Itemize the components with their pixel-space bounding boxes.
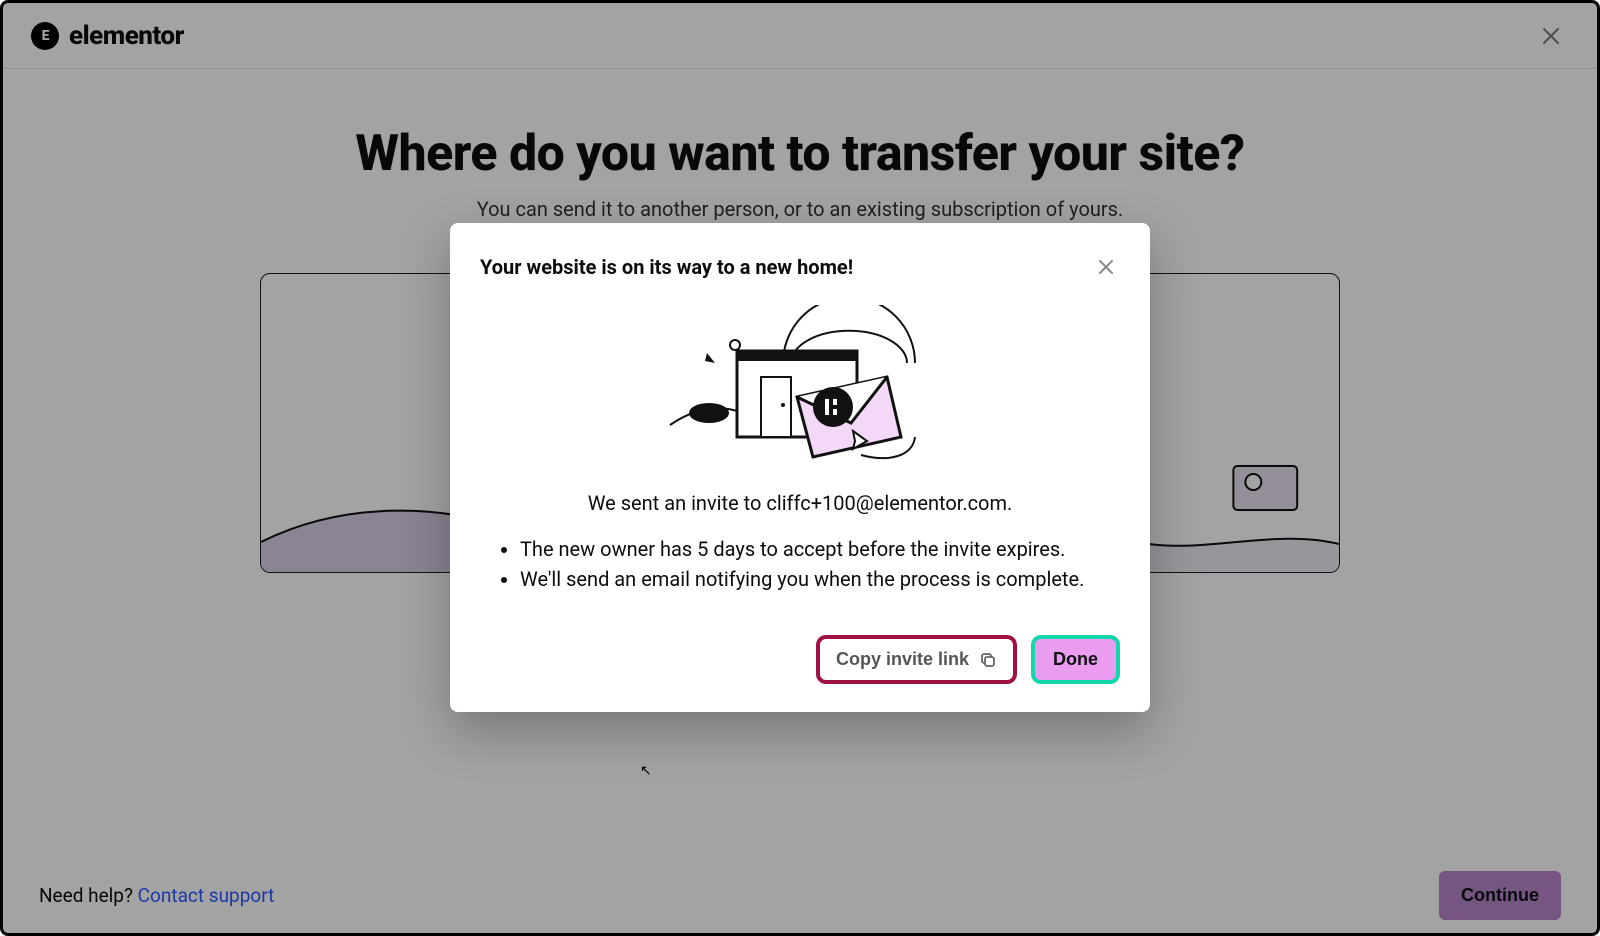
copy-invite-link-button[interactable]: Copy invite link	[816, 635, 1017, 684]
modal-sent-line: We sent an invite to cliffc+100@elemento…	[480, 491, 1120, 515]
modal-info-list: The new owner has 5 days to accept befor…	[520, 537, 1120, 591]
modal-info-item: The new owner has 5 days to accept befor…	[520, 537, 1120, 561]
modal-close-button[interactable]	[1092, 253, 1120, 281]
done-button[interactable]: Done	[1031, 635, 1120, 684]
copy-invite-link-label: Copy invite link	[836, 649, 969, 670]
modal-title: Your website is on its way to a new home…	[480, 255, 853, 279]
copy-icon	[979, 651, 997, 669]
modal-illustration	[480, 305, 1120, 465]
cursor-icon: ↖	[640, 763, 652, 779]
close-icon	[1098, 259, 1114, 275]
envelope-house-icon	[665, 305, 935, 465]
modal-info-item: We'll send an email notifying you when t…	[520, 567, 1120, 591]
transfer-success-modal: Your website is on its way to a new home…	[450, 223, 1150, 712]
